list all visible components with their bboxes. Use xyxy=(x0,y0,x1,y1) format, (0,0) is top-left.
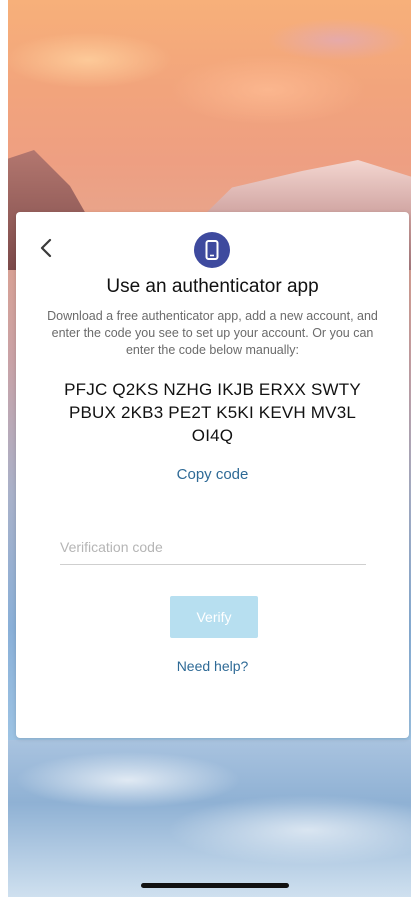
secret-key-line: OI4Q xyxy=(191,426,234,445)
verification-code-input[interactable] xyxy=(60,530,366,565)
mobile-phone-icon xyxy=(205,240,219,260)
page-title: Use an authenticator app xyxy=(106,276,319,297)
back-button[interactable] xyxy=(36,234,60,262)
authenticator-setup-card: Use an authenticator app Download a free… xyxy=(16,212,409,738)
chevron-left-icon xyxy=(40,238,52,258)
verify-button[interactable]: Verify xyxy=(170,596,258,638)
secret-key-line: PBUX 2KB3 PE2T K5KI KEVH MV3L xyxy=(68,403,357,422)
authenticator-app-badge xyxy=(194,232,230,268)
copy-code-link[interactable]: Copy code xyxy=(16,466,409,483)
secret-key: PFJC Q2KS NZHG IKJB ERXX SWTY PBUX 2KB3 … xyxy=(36,378,389,447)
snow-slope xyxy=(8,740,411,897)
need-help-link[interactable]: Need help? xyxy=(16,658,409,674)
home-indicator[interactable] xyxy=(141,883,289,888)
secret-key-line: PFJC Q2KS NZHG IKJB ERXX SWTY xyxy=(64,380,361,399)
instructions-text: Download a free authenticator app, add a… xyxy=(47,309,378,357)
